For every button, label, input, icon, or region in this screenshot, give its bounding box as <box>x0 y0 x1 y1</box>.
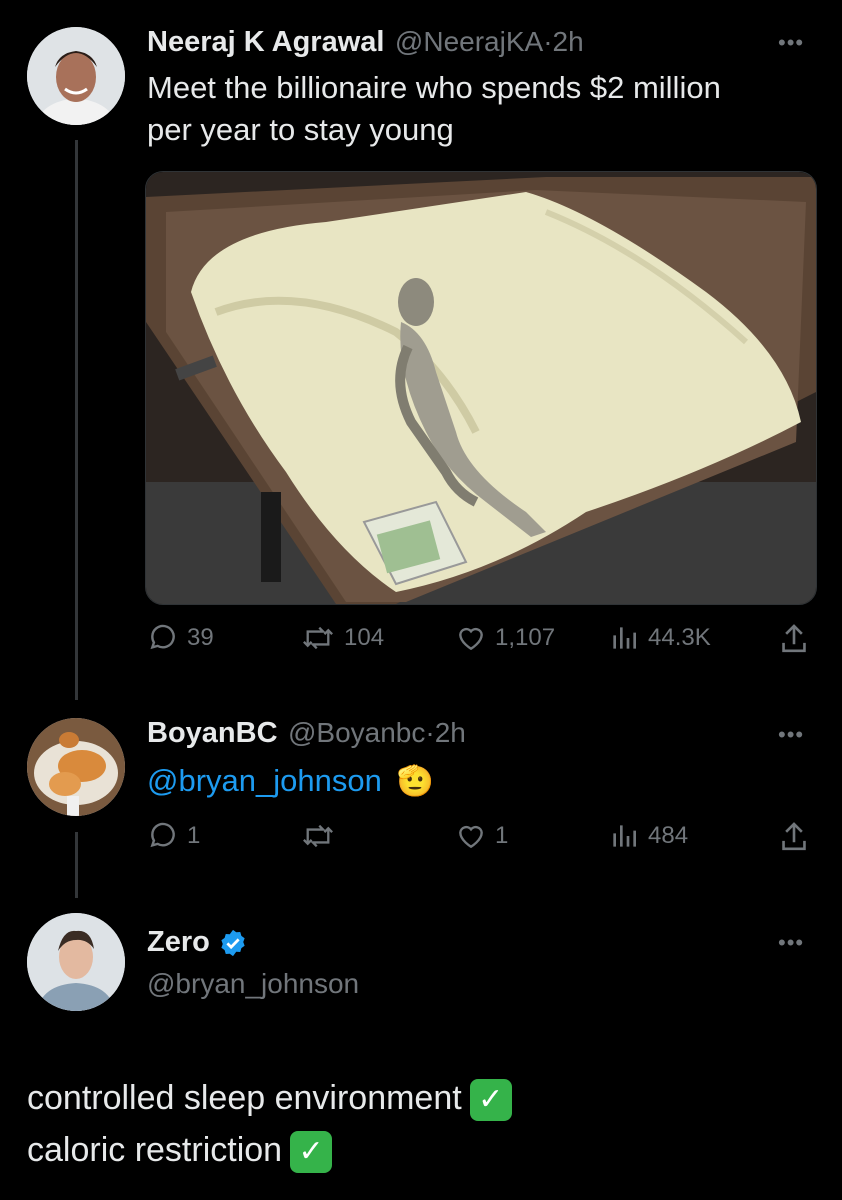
text-caloric-restriction: caloric restriction <box>27 1131 283 1169</box>
tweet-media-image[interactable] <box>145 171 817 605</box>
author-name[interactable]: Zero <box>147 926 210 959</box>
more-options-icon[interactable]: ••• <box>778 30 804 56</box>
views-icon <box>613 627 636 649</box>
tweet1-header: Neeraj K Agrawal @NeerajKA·2h <box>147 26 584 59</box>
retweet-icon <box>303 626 333 650</box>
thread-line <box>75 140 78 700</box>
salute-emoji: 🫡 <box>396 765 434 798</box>
views-button[interactable]: 484 <box>608 820 688 852</box>
check-mark-icon: ✓ <box>290 1131 333 1174</box>
avatar-neeraj[interactable] <box>27 27 125 125</box>
verified-badge-icon <box>221 929 245 956</box>
avatar-zero[interactable] <box>27 913 125 1011</box>
tweet2-header: BoyanBC @Boyanbc·2h <box>147 717 466 750</box>
share-button[interactable] <box>778 820 810 854</box>
views-count: 484 <box>648 822 689 849</box>
like-count: 1 <box>495 822 509 849</box>
retweet-icon <box>303 824 333 848</box>
reply-count: 1 <box>187 822 201 849</box>
separator: · <box>543 26 553 57</box>
tweet3-header: Zero <box>147 926 248 959</box>
thread-line <box>75 832 78 898</box>
timestamp[interactable]: 2h <box>553 26 584 57</box>
heart-icon <box>459 825 483 849</box>
tweet-text-line: caloric restriction ✓ <box>27 1124 512 1176</box>
reply-count: 39 <box>187 624 214 651</box>
retweet-count: 104 <box>344 624 385 651</box>
timestamp[interactable]: 2h <box>435 717 466 748</box>
check-mark-icon: ✓ <box>469 1079 512 1122</box>
views-button[interactable]: 44.3K <box>608 622 711 654</box>
more-options-icon[interactable]: ••• <box>778 722 804 748</box>
like-button[interactable]: 1,107 <box>455 622 555 654</box>
separator: · <box>425 717 435 748</box>
reply-button[interactable]: 1 <box>147 820 200 852</box>
share-icon <box>782 822 806 851</box>
views-icon <box>613 825 636 847</box>
share-icon <box>782 624 806 653</box>
reply-icon <box>150 624 175 650</box>
author-handle[interactable]: @NeerajKA <box>395 26 543 57</box>
reply-icon <box>150 822 175 848</box>
tweet3-text: controlled sleep environment ✓ caloric re… <box>27 1072 512 1176</box>
like-button[interactable]: 1 <box>455 820 508 852</box>
author-handle[interactable]: @bryan_johnson <box>147 968 359 1000</box>
tweet2-text: @bryan_johnson 🫡 <box>147 760 434 803</box>
more-options-icon[interactable]: ••• <box>778 930 804 956</box>
retweet-button[interactable] <box>300 820 344 852</box>
avatar-boyanbc[interactable] <box>27 718 125 816</box>
retweet-button[interactable]: 104 <box>300 622 384 654</box>
share-button[interactable] <box>778 622 810 656</box>
tweet-text-line: Meet the billionaire who spends $2 milli… <box>147 70 721 105</box>
tweet1-text: Meet the billionaire who spends $2 milli… <box>147 67 721 151</box>
tweet-text-line: per year to stay young <box>147 112 454 147</box>
author-name[interactable]: Neeraj K Agrawal <box>147 26 384 58</box>
like-count: 1,107 <box>495 624 556 651</box>
mention-link[interactable]: @bryan_johnson <box>147 763 382 798</box>
author-name[interactable]: BoyanBC <box>147 717 278 749</box>
author-handle[interactable]: @Boyanbc <box>288 717 425 748</box>
text-controlled-sleep: controlled sleep environment <box>27 1079 462 1117</box>
reply-button[interactable]: 39 <box>147 622 214 654</box>
views-count: 44.3K <box>648 624 711 651</box>
heart-icon <box>459 627 483 651</box>
tweet-text-line: controlled sleep environment ✓ <box>27 1072 512 1124</box>
